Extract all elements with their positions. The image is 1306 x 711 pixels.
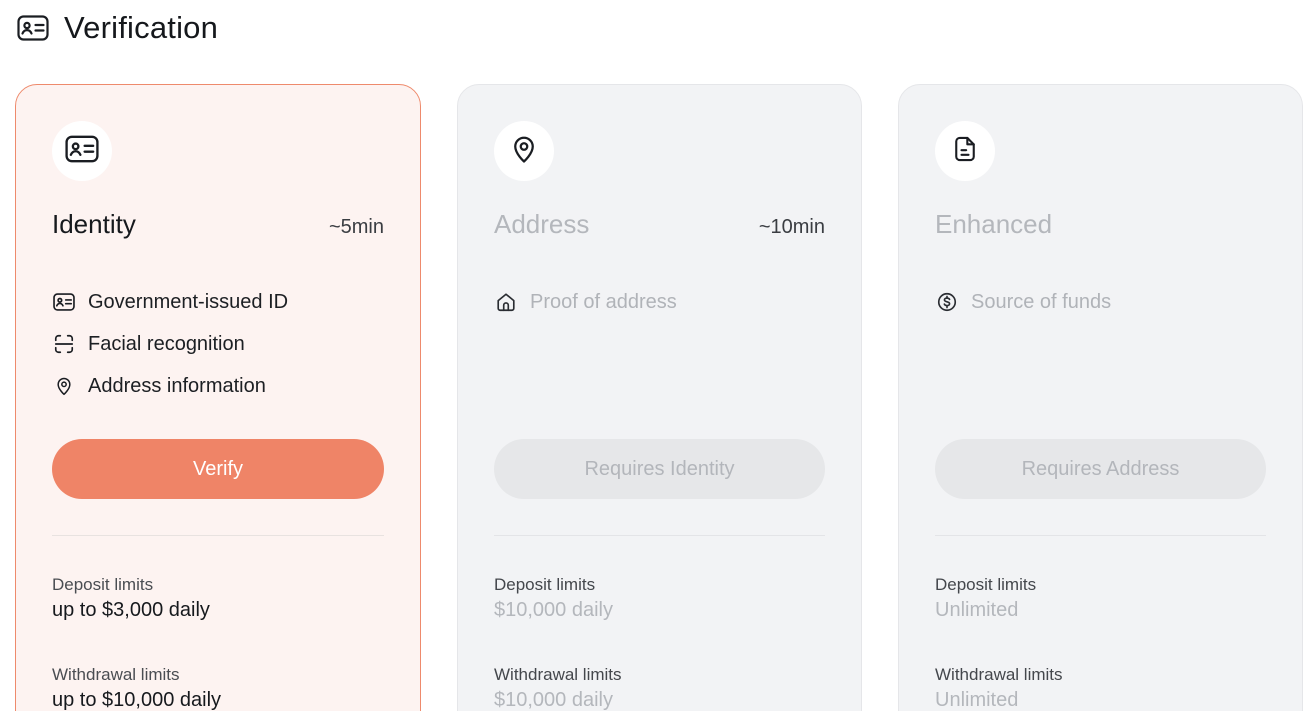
address-card-icon-wrap bbox=[494, 121, 554, 181]
dollar-coin-icon bbox=[935, 290, 959, 314]
withdrawal-limits: Withdrawal limits up to $10,000 daily bbox=[52, 665, 221, 711]
withdrawal-limits: Withdrawal limits $10,000 daily bbox=[494, 665, 622, 711]
enhanced-card: Enhanced Source of funds Requires Addres… bbox=[898, 84, 1303, 711]
card-title-row: Address ~10min bbox=[494, 209, 825, 240]
duration-label: ~10min bbox=[758, 216, 825, 238]
withdrawal-limits: Withdrawal limits Unlimited bbox=[935, 665, 1063, 711]
card-title: Enhanced bbox=[935, 209, 1053, 239]
feature-label: Address information bbox=[88, 374, 266, 397]
withdrawal-limits-value: Unlimited bbox=[935, 689, 1019, 711]
feature-item: Proof of address bbox=[494, 281, 677, 323]
deposit-limits: Deposit limits up to $3,000 daily bbox=[52, 575, 210, 622]
verify-button[interactable]: Verify bbox=[52, 439, 384, 499]
feature-list: Proof of address bbox=[494, 281, 677, 323]
deposit-limits-label: Deposit limits bbox=[935, 575, 1037, 594]
feature-label: Facial recognition bbox=[88, 332, 245, 355]
withdrawal-limits-label: Withdrawal limits bbox=[494, 665, 622, 684]
withdrawal-limits-label: Withdrawal limits bbox=[52, 665, 180, 684]
divider bbox=[52, 535, 384, 536]
duration-label: ~5min bbox=[328, 216, 384, 238]
withdrawal-limits-value: $10,000 daily bbox=[494, 689, 613, 711]
home-icon bbox=[494, 290, 518, 314]
page-header: Verification bbox=[16, 8, 218, 48]
deposit-limits-value: $10,000 daily bbox=[494, 599, 613, 621]
identity-card: Identity ~5min Government-issued ID Faci… bbox=[15, 84, 421, 711]
card-title-row: Identity ~5min bbox=[52, 209, 384, 240]
deposit-limits-value: up to $3,000 daily bbox=[52, 599, 210, 621]
deposit-limits-label: Deposit limits bbox=[494, 575, 596, 594]
feature-item: Government-issued ID bbox=[52, 281, 288, 323]
card-title: Address bbox=[494, 209, 590, 239]
feature-list: Government-issued ID Facial recognition bbox=[52, 281, 288, 407]
feature-label: Proof of address bbox=[530, 290, 677, 313]
deposit-limits-value: Unlimited bbox=[935, 599, 1019, 621]
feature-item: Source of funds bbox=[935, 281, 1111, 323]
card-title-row: Enhanced bbox=[935, 209, 1266, 240]
enhanced-card-icon-wrap bbox=[935, 121, 995, 181]
deposit-limits-label: Deposit limits bbox=[52, 575, 154, 594]
id-card-icon bbox=[16, 11, 50, 45]
page-title: Verification bbox=[64, 10, 219, 45]
document-icon bbox=[951, 133, 979, 170]
divider bbox=[935, 535, 1266, 536]
deposit-limits: Deposit limits $10,000 daily bbox=[494, 575, 613, 622]
feature-label: Government-issued ID bbox=[88, 290, 289, 313]
identity-card-icon-wrap bbox=[52, 121, 112, 181]
feature-label: Source of funds bbox=[971, 290, 1112, 313]
feature-list: Source of funds bbox=[935, 281, 1111, 323]
face-scan-icon bbox=[52, 332, 76, 356]
card-title: Identity bbox=[52, 209, 136, 239]
feature-item: Facial recognition bbox=[52, 323, 288, 365]
id-card-icon bbox=[52, 290, 76, 314]
withdrawal-limits-value: up to $10,000 daily bbox=[52, 689, 222, 711]
withdrawal-limits-label: Withdrawal limits bbox=[935, 665, 1063, 684]
divider bbox=[494, 535, 825, 536]
id-card-icon bbox=[65, 135, 99, 168]
address-card: Address ~10min Proof of address Requires… bbox=[457, 84, 862, 711]
feature-item: Address information bbox=[52, 365, 288, 407]
requires-address-button[interactable]: Requires Address bbox=[935, 439, 1266, 499]
location-pin-icon bbox=[509, 133, 539, 170]
location-pin-icon bbox=[52, 374, 76, 398]
deposit-limits: Deposit limits Unlimited bbox=[935, 575, 1036, 622]
requires-identity-button[interactable]: Requires Identity bbox=[494, 439, 825, 499]
